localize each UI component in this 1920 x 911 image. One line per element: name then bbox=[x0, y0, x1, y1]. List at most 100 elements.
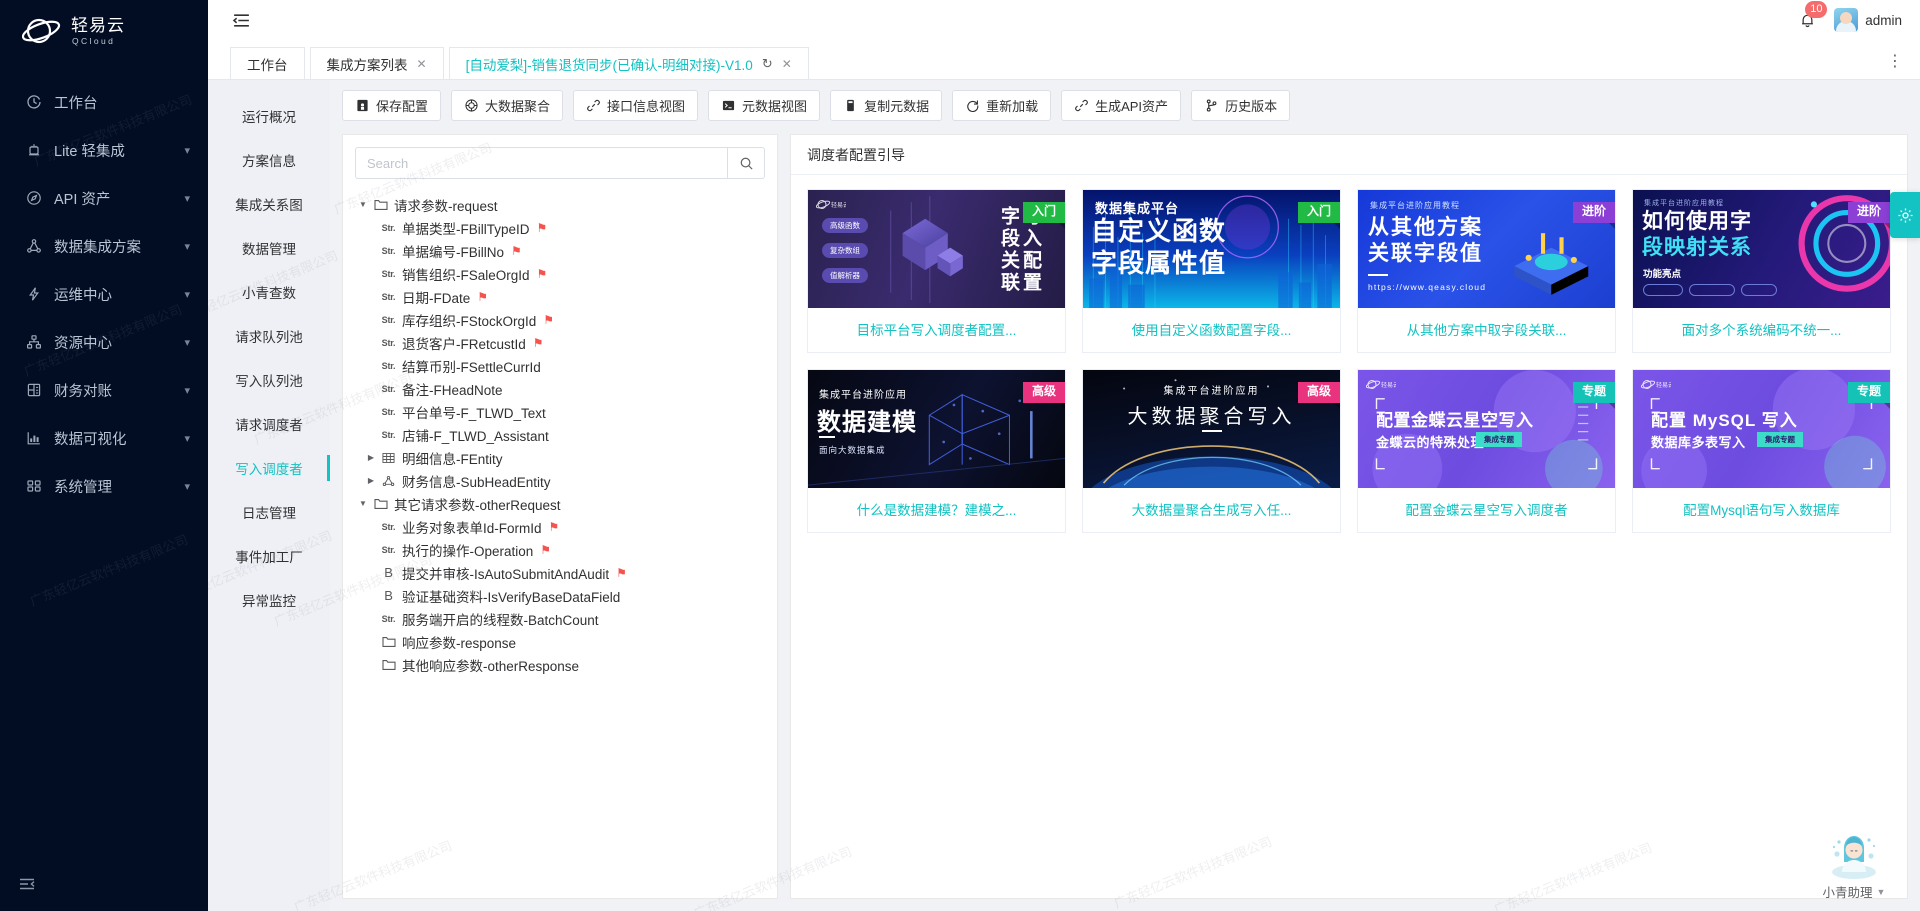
card-thumbnail: 轻易云 配置 MySQL 写入 数据库多表写入 集成专题 专题 bbox=[1633, 370, 1890, 488]
guide-card[interactable]: 轻易云 配置 MySQL 写入 数据库多表写入 集成专题 专题 配置Mysql语… bbox=[1632, 369, 1891, 533]
string-type-icon: Str. bbox=[379, 522, 398, 532]
tree-node-verify-base-data[interactable]: B 验证基础资料-IsVerifyBaseDataField bbox=[355, 584, 771, 607]
copy-metadata-button[interactable]: 复制元数据 bbox=[830, 90, 942, 121]
metadata-view-button[interactable]: 元数据视图 bbox=[708, 90, 820, 121]
tree-node-shop[interactable]: Str. 店铺-F_TLWD_Assistant bbox=[355, 423, 771, 446]
assistant-avatar-icon bbox=[1824, 826, 1884, 880]
sidebar-item-api-assets[interactable]: API 资产 ▾ bbox=[0, 174, 208, 222]
search-icon[interactable] bbox=[727, 147, 765, 179]
notifications-button[interactable]: 10 bbox=[1796, 9, 1818, 31]
tree-node-operation[interactable]: Str. 执行的操作-Operation ⚑ bbox=[355, 538, 771, 561]
tree-node-other-request[interactable]: ▼ 其它请求参数-otherRequest bbox=[355, 492, 771, 515]
more-vertical-icon[interactable]: ⋮ bbox=[1887, 51, 1904, 71]
sidebar-item-finance[interactable]: 财务对账 ▾ bbox=[0, 366, 208, 414]
tree-node-sale-org[interactable]: Str. 销售组织-FSaleOrgId ⚑ bbox=[355, 262, 771, 285]
thumb-heading: 从其他方案 bbox=[1368, 216, 1483, 239]
tree-node-bill-no[interactable]: Str. 单据编号-FBillNo ⚑ bbox=[355, 239, 771, 262]
sidebar-item-resource-center[interactable]: 资源中心 ▾ bbox=[0, 318, 208, 366]
tree-node-ret-cust[interactable]: Str. 退货客户-FRetcustId ⚑ bbox=[355, 331, 771, 354]
sidebar-item-system[interactable]: 系统管理 ▾ bbox=[0, 462, 208, 510]
submenu-label: 集成关系图 bbox=[235, 194, 303, 214]
gear-icon[interactable] bbox=[1890, 192, 1920, 238]
search-input[interactable] bbox=[355, 147, 727, 179]
guide-card[interactable]: 集成平台进阶应用教程 从其他方案 关联字段值 https://www.qeasy… bbox=[1357, 189, 1616, 353]
sidebar-item-visualization[interactable]: 数据可视化 ▾ bbox=[0, 414, 208, 462]
tree-node-batch-count[interactable]: Str. 服务端开启的线程数-BatchCount bbox=[355, 607, 771, 630]
tree-node-form-id[interactable]: Str. 业务对象表单Id-FormId ⚑ bbox=[355, 515, 771, 538]
sidebar-item-exception-monitor[interactable]: 异常监控 bbox=[208, 578, 330, 622]
page-title: 调度者配置引导 bbox=[807, 145, 905, 165]
tree-node-settle-curr[interactable]: Str. 结算币别-FSettleCurrId bbox=[355, 354, 771, 377]
menu-collapse-icon[interactable] bbox=[230, 9, 252, 31]
guide-card[interactable]: 轻易云 配置金蝶云星空写入 金蝶云的特殊处理 集成专题 专题 配置金蝶云星空写入… bbox=[1357, 369, 1616, 533]
tree-node-other-response[interactable]: ▶ 其他响应参数-otherResponse bbox=[355, 653, 771, 676]
sidebar-item-log-management[interactable]: 日志管理 bbox=[208, 490, 330, 534]
tree-node-label: 结算币别-FSettleCurrId bbox=[402, 356, 541, 376]
reload-button[interactable]: 重新加载 bbox=[952, 90, 1051, 121]
guide-card[interactable]: 集成平台进阶应用 大数据聚合写入 高级 大数据量聚合生成写入任... bbox=[1082, 369, 1341, 533]
flag-icon: ⚑ bbox=[537, 267, 548, 281]
tab-workbench[interactable]: 工作台 bbox=[230, 47, 305, 79]
card-thumbnail: 轻易云 配置金蝶云星空写入 金蝶云的特殊处理 集成专题 专题 bbox=[1358, 370, 1615, 488]
guide-card[interactable]: 轻易云 高级函数 复杂数组 值解析器 字段关联 写入配置 bbox=[807, 189, 1066, 353]
tree-node-stock-org[interactable]: Str. 库存组织-FStockOrgId ⚑ bbox=[355, 308, 771, 331]
sidebar-item-event-factory[interactable]: 事件加工厂 bbox=[208, 534, 330, 578]
guide-card[interactable]: 集成平台进阶应用 数据建模 面向大数据集成 高级 什么是数据建模？建模之... bbox=[807, 369, 1066, 533]
chevron-down-icon[interactable]: ▼ bbox=[355, 499, 371, 508]
user-menu[interactable]: admin bbox=[1834, 8, 1902, 32]
tree-node-auto-submit-audit[interactable]: B 提交并审核-IsAutoSubmitAndAudit ⚑ bbox=[355, 561, 771, 584]
tab-integration-list[interactable]: 集成方案列表 ✕ bbox=[310, 47, 444, 79]
flag-icon: ⚑ bbox=[533, 336, 544, 350]
sidebar-item-data-management[interactable]: 数据管理 bbox=[208, 226, 330, 270]
sidebar-item-request-scheduler[interactable]: 请求调度者 bbox=[208, 402, 330, 446]
thumb-heading: 数据库多表写入 bbox=[1651, 432, 1746, 451]
refresh-icon[interactable]: ↻ bbox=[762, 56, 773, 72]
chevron-down-icon[interactable]: ▼ bbox=[355, 200, 371, 209]
chevron-right-icon[interactable]: ▶ bbox=[363, 476, 379, 485]
tree-node-label: 单据编号-FBillNo bbox=[402, 241, 504, 261]
sidebar-item-request-queue[interactable]: 请求队列池 bbox=[208, 314, 330, 358]
chevron-right-icon[interactable]: ▶ bbox=[363, 453, 379, 462]
tree-node-head-note[interactable]: Str. 备注-FHeadNote bbox=[355, 377, 771, 400]
caret-down-icon[interactable]: ▼ bbox=[1877, 887, 1886, 897]
sidebar-item-write-scheduler[interactable]: 写入调度者 bbox=[208, 446, 330, 490]
tree-node-date[interactable]: Str. 日期-FDate ⚑ bbox=[355, 285, 771, 308]
tree-node-subheadentity[interactable]: ▶ 财务信息-SubHeadEntity bbox=[355, 469, 771, 492]
guide-card[interactable]: 数据集成平台 自定义函数 字段属性值 入门 使用自定义函数配置字段... bbox=[1082, 189, 1341, 353]
interface-info-view-button[interactable]: 接口信息视图 bbox=[573, 90, 698, 121]
assistant-widget[interactable]: 小青助理 ▼ bbox=[1806, 826, 1902, 901]
sidebar-item-plan-info[interactable]: 方案信息 bbox=[208, 138, 330, 182]
card-thumbnail: 数据集成平台 自定义函数 字段属性值 入门 bbox=[1083, 190, 1340, 308]
tree-node-bill-type[interactable]: Str. 单据类型-FBillTypeID ⚑ bbox=[355, 216, 771, 239]
tab-sales-return-sync[interactable]: [自动爱梨]-销售退货同步(已确认-明细对接)-V1.0 ↻ ✕ bbox=[449, 47, 809, 79]
sidebar-item-run-overview[interactable]: 运行概况 bbox=[208, 94, 330, 138]
big-data-aggregate-button[interactable]: 大数据聚合 bbox=[451, 90, 563, 121]
save-config-button[interactable]: 保存配置 bbox=[342, 90, 441, 121]
tree-node-platform-no[interactable]: Str. 平台单号-F_TLWD_Text bbox=[355, 400, 771, 423]
sidebar-item-integration-plan[interactable]: 数据集成方案 ▾ bbox=[0, 222, 208, 270]
thumb-top-text: 集成平台进阶应用教程 bbox=[1644, 198, 1724, 208]
history-version-button[interactable]: 历史版本 bbox=[1191, 90, 1290, 121]
parameter-tree: 广东轻亿云软件科技有限公司 广东轻亿云软件科技有限公司 广东轻亿云软件科技有限公… bbox=[343, 185, 777, 898]
close-icon[interactable]: ✕ bbox=[782, 57, 792, 71]
card-title: 目标平台写入调度者配置... bbox=[808, 308, 1065, 352]
notification-badge: 10 bbox=[1805, 1, 1827, 18]
sidebar-item-ops-center[interactable]: 运维中心 ▾ bbox=[0, 270, 208, 318]
tree-node-fentity[interactable]: ▶ 明细信息-FEntity bbox=[355, 446, 771, 469]
guide-card[interactable]: 集成平台进阶应用教程 如何使用字 段映射关系 功能亮点 bbox=[1632, 189, 1891, 353]
tree-node-label: 验证基础资料-IsVerifyBaseDataField bbox=[402, 586, 620, 606]
sidebar-item-xiaoqing-query[interactable]: 小青查数 bbox=[208, 270, 330, 314]
generate-api-asset-button[interactable]: 生成API资产 bbox=[1061, 90, 1181, 121]
sidebar-item-workbench[interactable]: 工作台 bbox=[0, 78, 208, 126]
sidebar-item-relation-graph[interactable]: 集成关系图 bbox=[208, 182, 330, 226]
brand-logo[interactable]: 轻易云 QCloud bbox=[0, 0, 208, 62]
panes: 广东轻亿云软件科技有限公司 广东轻亿云软件科技有限公司 广东轻亿云软件科技有限公… bbox=[342, 134, 1908, 899]
sidebar-item-write-queue[interactable]: 写入队列池 bbox=[208, 358, 330, 402]
submenu-label: 异常监控 bbox=[242, 590, 296, 610]
sidebar-item-lite[interactable]: Lite 轻集成 ▾ bbox=[0, 126, 208, 174]
tree-node-response[interactable]: ▶ 响应参数-response bbox=[355, 630, 771, 653]
close-icon[interactable]: ✕ bbox=[417, 57, 427, 71]
tree-node-request[interactable]: ▼ 请求参数-request bbox=[355, 193, 771, 216]
folder-icon bbox=[371, 199, 390, 211]
sidebar-collapse-button[interactable] bbox=[14, 871, 40, 897]
